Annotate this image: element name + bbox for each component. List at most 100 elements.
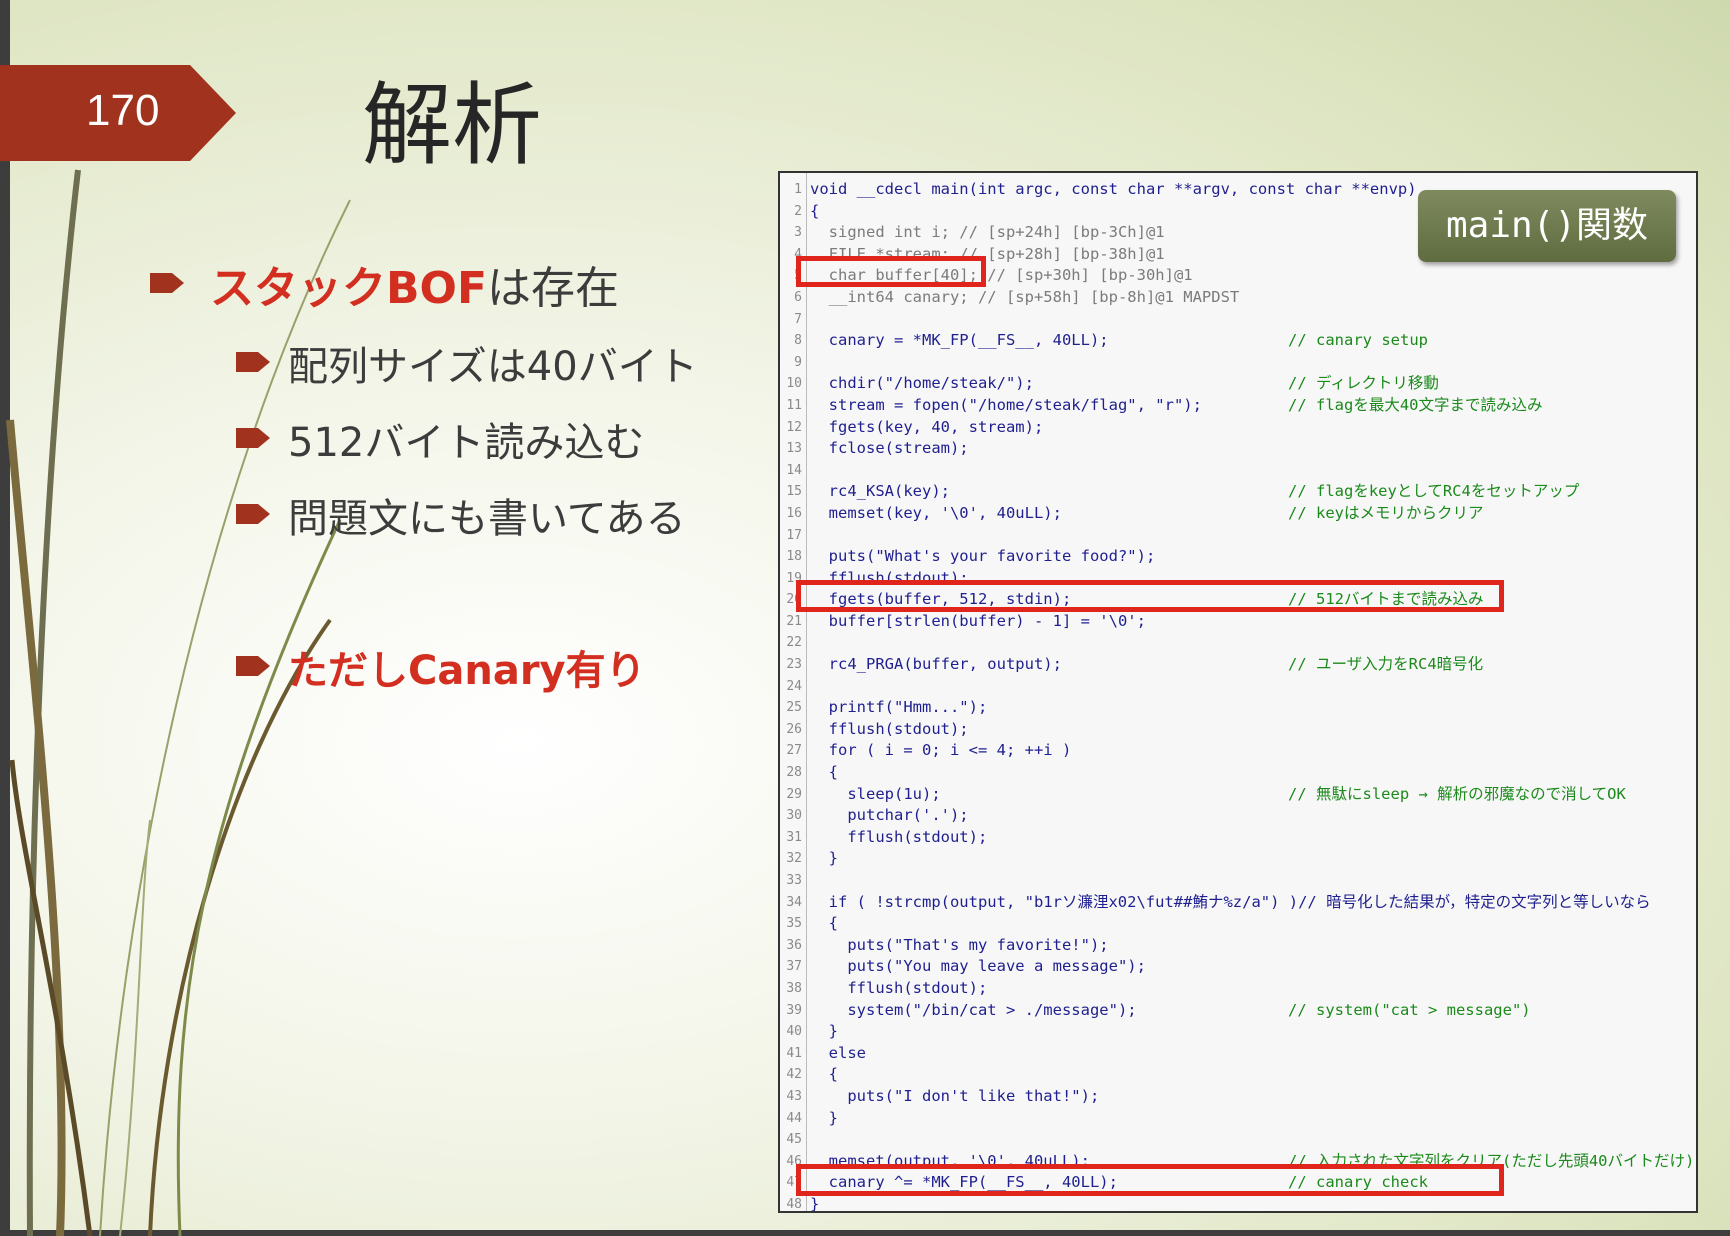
code-text: memset(key, '\0', 40uLL); <box>810 503 1062 522</box>
bullet-read-512: 512バイト読み込む <box>288 420 645 466</box>
line-number: 43 <box>786 1088 802 1104</box>
line-number: 9 <box>794 354 802 370</box>
code-text: { <box>810 1065 838 1084</box>
code-line: 30 putchar('.'); <box>780 805 1696 827</box>
line-number: 1 <box>794 182 802 197</box>
code-lines: 1 void __cdecl main(int argc, const char … <box>780 179 1696 1211</box>
code-text: __int64 canary; // [sp+58h] [bp-8h]@1 MA… <box>810 287 1240 306</box>
highlight-fgets-512 <box>796 580 1504 612</box>
line-number: 27 <box>786 743 802 759</box>
line-number: 10 <box>786 376 802 392</box>
code-line: 7 <box>780 309 1696 331</box>
code-comment: // keyはメモリからクリア <box>1288 503 1484 522</box>
code-line: 42 { <box>780 1064 1696 1086</box>
code-line: 21 buffer[strlen(buffer) - 1] = '\0'; <box>780 611 1696 633</box>
code-line: 38 fflush(stdout); <box>780 978 1696 1000</box>
line-number: 44 <box>786 1110 802 1126</box>
code-line: 12 fgets(key, 40, stream); <box>780 417 1696 439</box>
code-line: 10 chdir("/home/steak/"); // ディレクトリ移動 <box>780 373 1696 395</box>
code-text: { <box>810 763 838 782</box>
code-text: { <box>810 914 838 933</box>
line-number: 39 <box>786 1002 802 1018</box>
highlight-buffer-declaration <box>796 256 986 287</box>
line-number: 40 <box>786 1024 802 1040</box>
decorative-curves <box>6 169 351 1236</box>
bullet-stack-bof: スタックBOFは存在 <box>210 252 619 316</box>
code-text: fflush(stdout); <box>810 827 988 846</box>
code-text: fflush(stdout); <box>810 719 969 738</box>
code-line: 36 puts("That's my favorite!"); <box>780 935 1696 957</box>
code-text: rc4_KSA(key); <box>810 482 950 501</box>
line-number: 6 <box>794 289 802 305</box>
code-line: 35 { <box>780 913 1696 935</box>
code-text: void __cdecl main(int argc, const char *… <box>810 180 1417 198</box>
code-text: putchar('.'); <box>810 806 969 825</box>
line-number: 36 <box>786 937 802 953</box>
code-line: 48} <box>780 1194 1696 1211</box>
code-text: else <box>810 1043 866 1062</box>
code-text: sleep(1u); <box>810 784 941 803</box>
code-line: 32 } <box>780 848 1696 870</box>
bullet-emphasis: スタックBOF <box>210 263 487 314</box>
code-text: fflush(stdout); <box>810 978 988 997</box>
line-number: 32 <box>786 851 802 867</box>
code-line: 41 else <box>780 1043 1696 1065</box>
line-number: 12 <box>786 419 802 435</box>
line-number: 3 <box>794 225 802 241</box>
code-text: for ( i = 0; i <= 4; ++i ) <box>810 741 1072 760</box>
line-number: 17 <box>786 527 802 543</box>
line-number: 21 <box>786 613 802 629</box>
line-number: 24 <box>786 678 802 694</box>
highlight-canary-check <box>796 1164 1504 1196</box>
code-text: { <box>810 201 820 220</box>
code-text: fclose(stream); <box>810 439 969 458</box>
bullet-rest: は存在 <box>487 263 619 314</box>
page-number: 170 <box>86 86 160 135</box>
code-comment: // system("cat > message") <box>1288 1000 1531 1019</box>
code-text: puts("I don't like that!"); <box>810 1086 1100 1105</box>
code-text: } <box>810 849 838 868</box>
line-number: 42 <box>786 1067 802 1083</box>
code-line: 39 system("/bin/cat > ./message"); // sys… <box>780 1000 1696 1022</box>
line-number: 26 <box>786 721 802 737</box>
line-number: 2 <box>794 203 802 219</box>
line-number: 25 <box>786 700 802 716</box>
line-number: 30 <box>786 808 802 824</box>
code-line: 13 fclose(stream); <box>780 438 1696 460</box>
code-text: fgets(key, 40, stream); <box>810 417 1044 436</box>
code-line: 8 canary = *MK_FP(__FS__, 40LL); // canar… <box>780 330 1696 352</box>
code-panel: 1 void __cdecl main(int argc, const char … <box>778 171 1698 1213</box>
code-line: 6 __int64 canary; // [sp+58h] [bp-8h]@1 … <box>780 287 1696 309</box>
code-line: 14 <box>780 460 1696 482</box>
code-line: 37 puts("You may leave a message"); <box>780 956 1696 978</box>
code-text: puts("What's your favorite food?"); <box>810 547 1156 566</box>
bullet-canary-note: ただしCanary有り <box>288 648 646 694</box>
code-line: 40 } <box>780 1021 1696 1043</box>
line-number: 18 <box>786 549 802 565</box>
code-line: 34 if ( !strcmp(output, "b1rソ濂浬x02\fut##… <box>780 892 1696 914</box>
code-text: rc4_PRGA(buffer, output); <box>810 655 1062 674</box>
code-comment: // flagを最大40文字まで読み込み <box>1288 395 1543 414</box>
code-line: 43 puts("I don't like that!"); <box>780 1086 1696 1108</box>
line-number: 41 <box>786 1045 802 1061</box>
code-text: } <box>810 1022 838 1041</box>
line-number: 7 <box>794 311 802 327</box>
line-number: 45 <box>786 1132 802 1148</box>
code-text: system("/bin/cat > ./message"); <box>810 1000 1137 1019</box>
code-line: 25 printf("Hmm..."); <box>780 697 1696 719</box>
code-comment: // canary setup <box>1288 331 1428 350</box>
line-number: 29 <box>786 786 802 802</box>
line-number: 13 <box>786 441 802 457</box>
line-number: 22 <box>786 635 802 651</box>
code-line: 29 sleep(1u); // 無駄にsleep → 解析の邪魔なので消してOK <box>780 784 1696 806</box>
code-line: 31 fflush(stdout); <box>780 827 1696 849</box>
code-line: 18 puts("What's your favorite food?"); <box>780 546 1696 568</box>
line-number: 14 <box>786 462 802 478</box>
code-line: 26 fflush(stdout); <box>780 719 1696 741</box>
bullet-array-size: 配列サイズは40バイト <box>288 344 698 390</box>
code-text: canary = *MK_FP(__FS__, 40LL); <box>810 331 1109 350</box>
code-line: 17 <box>780 525 1696 547</box>
line-number: 8 <box>794 333 802 349</box>
code-text: chdir("/home/steak/"); <box>810 374 1034 393</box>
code-line: 9 <box>780 352 1696 374</box>
